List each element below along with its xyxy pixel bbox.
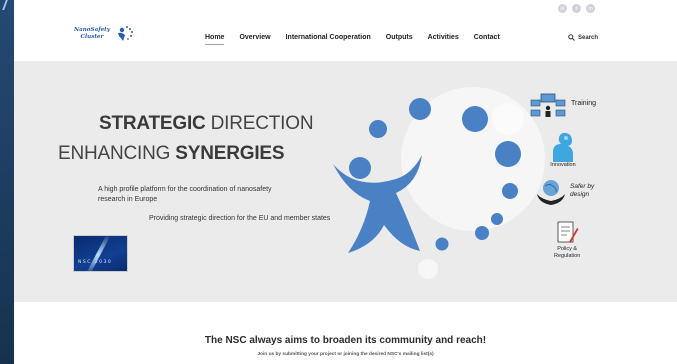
nav-activities[interactable]: Activities — [428, 34, 459, 41]
main-nav: Home Overview International Cooperation … — [205, 34, 515, 45]
search-icon — [568, 34, 575, 41]
logo-line1: NanoSafety — [74, 27, 110, 33]
training-icon — [530, 93, 566, 117]
safer-label-line2: design — [570, 191, 590, 198]
cta-subtitle: Join us by submitting your project or jo… — [257, 352, 434, 357]
cta-title: The NSC always aims to broaden its commu… — [204, 335, 487, 346]
hero-banner: STRATEGIC DIRECTION ENHANCING SYNERGIES … — [14, 62, 677, 302]
search-button[interactable]: Search — [568, 34, 598, 41]
nav-contact[interactable]: Contact — [474, 34, 500, 41]
safer-label-line1: Safer by — [570, 183, 595, 190]
search-label: Search — [577, 34, 598, 41]
logo-text: NanoSafety Cluster — [74, 27, 110, 41]
training-item[interactable] — [529, 90, 569, 120]
innovation-icon — [553, 132, 573, 162]
site-header: NanoSafety Cluster Home Overview Interna… — [14, 14, 677, 62]
innovation-label: Innovation — [550, 162, 576, 168]
email-icon[interactable]: ✉ — [558, 4, 567, 13]
logo-figure-icon — [118, 26, 133, 41]
innovation-item[interactable]: Innovation — [549, 132, 577, 169]
hero-description-platform: A high profile platform for the coordina… — [98, 186, 272, 203]
hero-heading-strong: STRATEGIC — [99, 113, 206, 134]
safer-by-design-icon — [537, 180, 565, 205]
nav-international-cooperation[interactable]: International Cooperation — [286, 34, 371, 41]
policy-label-line2: Regulation — [554, 252, 581, 259]
policy-document-icon — [557, 221, 579, 243]
nav-outputs[interactable]: Outputs — [386, 34, 413, 41]
policy-regulation-item[interactable]: Policy & Regulation — [554, 220, 580, 259]
policy-label-line1: Policy & — [557, 246, 578, 252]
nav-overview[interactable]: Overview — [239, 34, 270, 41]
eu-badge-image: NSC 2030 — [73, 235, 128, 272]
nsc-figure-illustration — [333, 87, 545, 279]
hero-heading-line2: ENHANCING SYNERGIES — [58, 143, 285, 165]
browser-viewport: ✉ t in NanoSafety Cluster Home Overview … — [14, 0, 677, 364]
safer-by-design-label[interactable]: Safer by design — [570, 183, 594, 199]
safer-by-design-item[interactable] — [535, 177, 567, 207]
twitter-icon[interactable]: t — [572, 4, 581, 13]
policy-label: Policy & Regulation — [554, 246, 580, 259]
eu-badge-text: NSC 2030 — [78, 260, 113, 265]
site-logo[interactable]: NanoSafety Cluster — [74, 25, 135, 43]
community-cta-section: The NSC always aims to broaden its commu… — [14, 302, 677, 364]
hero-heading-line1: STRATEGIC DIRECTION — [99, 113, 314, 135]
hero-heading-light-2: ENHANCING — [58, 143, 176, 164]
linkedin-icon[interactable]: in — [586, 4, 595, 13]
training-label[interactable]: Training — [571, 100, 596, 107]
hero-heading-light: DIRECTION — [205, 113, 314, 134]
window-edge — [0, 0, 14, 364]
social-links: ✉ t in — [558, 4, 595, 13]
nav-home[interactable]: Home — [205, 34, 225, 45]
hero-heading-strong-2: SYNERGIES — [175, 143, 285, 164]
logo-line2: Cluster — [80, 34, 104, 40]
